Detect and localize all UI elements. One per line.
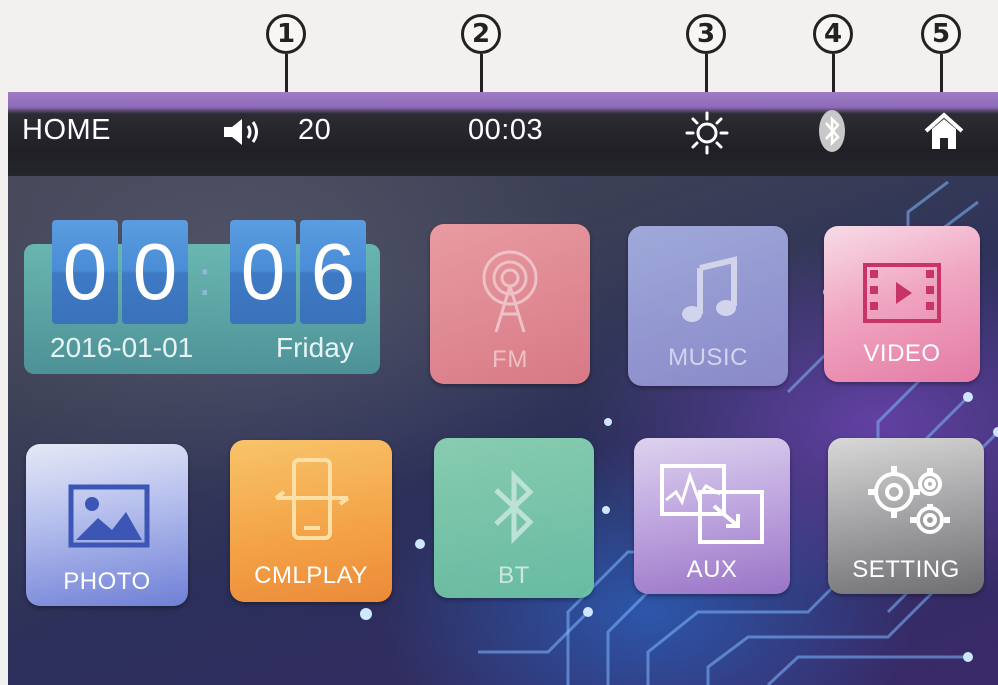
callout-3-leader	[705, 54, 708, 92]
clock-minute-ones: 6	[300, 220, 366, 324]
clock-weekday: Friday	[276, 332, 354, 363]
clock-hour-tens: 0	[52, 220, 118, 324]
callout-5: 5	[921, 14, 961, 54]
volume-value: 20	[298, 114, 332, 146]
speaker-icon[interactable]	[222, 117, 266, 152]
bt-label: BT	[498, 562, 530, 589]
music-note-icon	[682, 256, 737, 322]
head-unit-screen: HOME 20 00:03 0 0: 0 6 2016-01-01 Frida…	[8, 92, 998, 685]
clock-separator: :	[198, 253, 212, 306]
phone-link-icon	[274, 458, 350, 540]
clock-hour-ones: 0	[122, 220, 188, 324]
video-tile[interactable]: VIDEO	[824, 226, 980, 382]
aux-input-icon	[660, 464, 764, 544]
gears-icon	[868, 466, 950, 534]
photo-label: PHOTO	[63, 568, 151, 595]
bluetooth-icon	[494, 469, 534, 545]
setting-tile[interactable]: SETTING	[828, 438, 984, 594]
clock-date: 2016-01-01	[50, 332, 194, 363]
callout-2: 2	[461, 14, 501, 54]
radio-tower-icon	[482, 250, 538, 333]
home-icon[interactable]	[923, 110, 965, 157]
status-bar: HOME 20 00:03	[8, 92, 998, 176]
aux-tile[interactable]: AUX	[634, 438, 790, 594]
picture-icon	[68, 484, 150, 548]
fm-label: FM	[492, 346, 528, 373]
callout-1: 1	[266, 14, 306, 54]
callout-3: 3	[686, 14, 726, 54]
sun-icon[interactable]	[684, 110, 730, 161]
setting-label: SETTING	[852, 556, 960, 583]
music-tile[interactable]: MUSIC	[628, 226, 788, 386]
film-play-icon	[863, 263, 941, 323]
clock-minute-tens: 0	[230, 220, 296, 324]
bluetooth-icon[interactable]	[818, 108, 846, 159]
callout-4: 4	[813, 14, 853, 54]
video-label: VIDEO	[863, 340, 941, 367]
home-label[interactable]: HOME	[22, 114, 111, 147]
status-time: 00:03	[468, 114, 544, 146]
callout-2-leader	[480, 54, 483, 92]
callout-row: 1 2 3 4 5	[0, 0, 998, 92]
bt-tile[interactable]: BT	[434, 438, 594, 598]
photo-tile[interactable]: PHOTO	[26, 444, 188, 606]
fm-tile[interactable]: FM	[430, 224, 590, 384]
cmlplay-label: CMLPLAY	[254, 562, 368, 589]
callout-1-leader	[285, 54, 288, 92]
music-label: MUSIC	[668, 344, 748, 371]
cmlplay-tile[interactable]: CMLPLAY	[230, 440, 392, 602]
callout-4-leader	[832, 54, 835, 92]
aux-label: AUX	[686, 556, 738, 583]
callout-5-leader	[940, 54, 943, 92]
